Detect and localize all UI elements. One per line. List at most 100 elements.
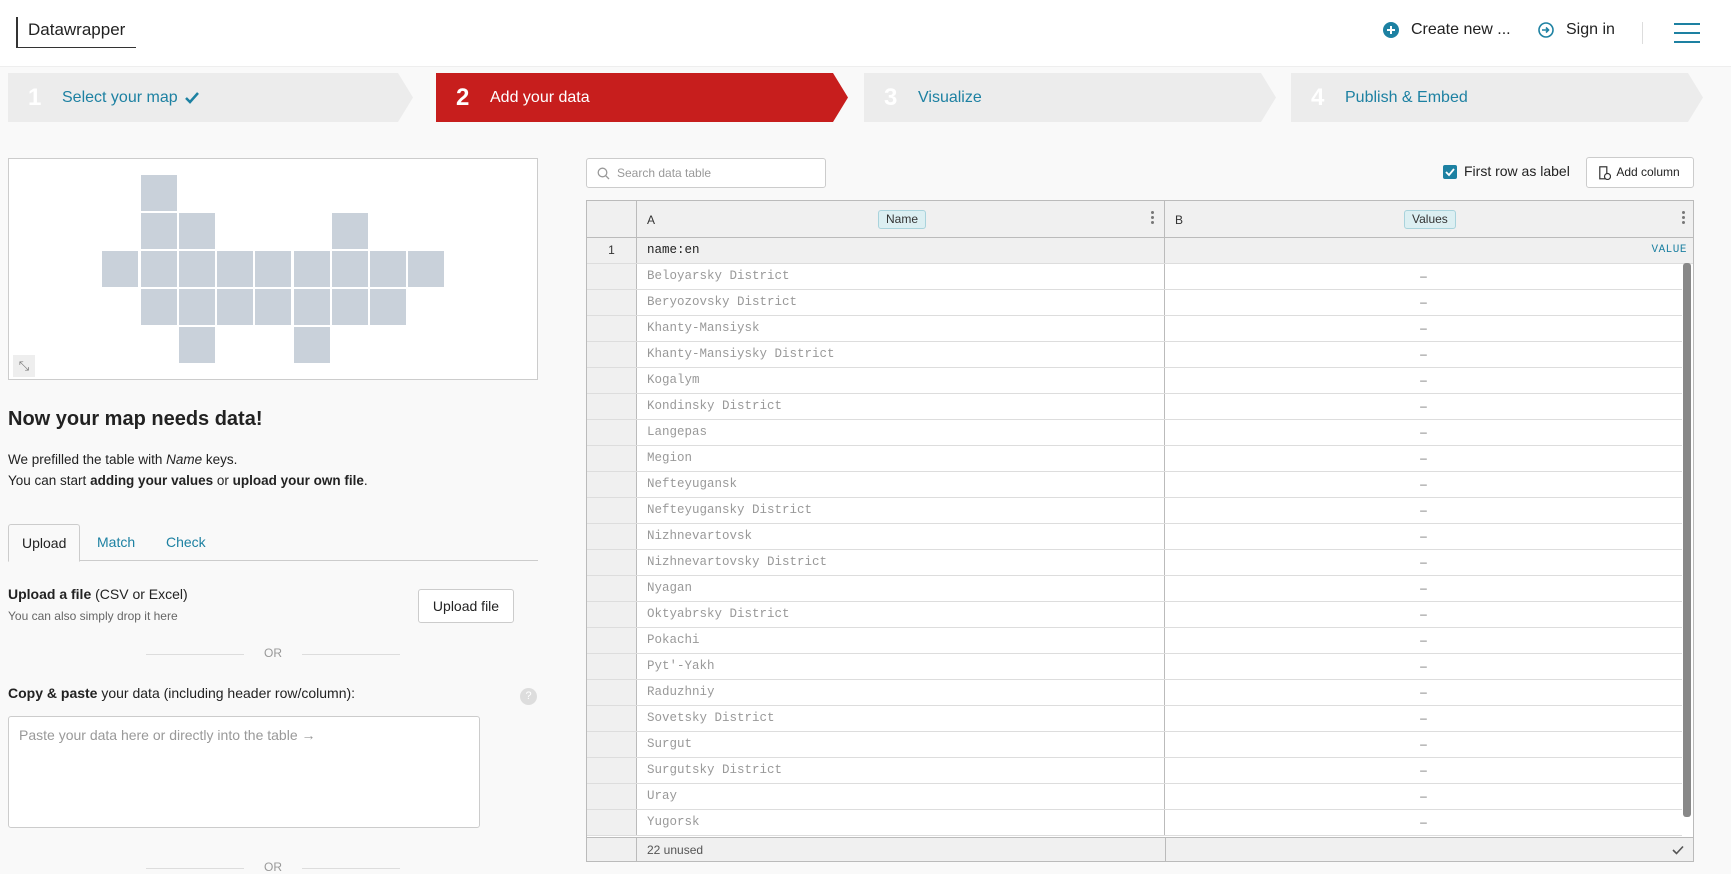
column-menu-icon[interactable] [1682, 211, 1685, 224]
table-cell[interactable]: – [1165, 628, 1682, 653]
table-cell[interactable]: Nizhnevartovsk [637, 524, 1165, 549]
table-cell[interactable]: – [1165, 290, 1682, 315]
table-cell[interactable]: Megion [637, 446, 1165, 471]
table-cell[interactable]: VALUE [1165, 238, 1693, 263]
step-add-data[interactable]: 2 Add your data [436, 73, 848, 122]
table-cell[interactable]: – [1165, 498, 1682, 523]
table-cell[interactable]: – [1165, 732, 1682, 757]
add-column-button[interactable]: Add column [1586, 157, 1694, 188]
table-footer: 22 unused [587, 837, 1693, 861]
table-cell[interactable]: – [1165, 446, 1682, 471]
sign-in-button[interactable]: Sign in [1538, 21, 1615, 39]
table-cell[interactable]: – [1165, 342, 1682, 367]
table-cell[interactable]: Kogalym [637, 368, 1165, 393]
help-icon[interactable]: ? [520, 688, 537, 705]
table-cell[interactable]: Pokachi [637, 628, 1165, 653]
table-cell[interactable]: Sovetsky District [637, 706, 1165, 731]
table-cell[interactable]: – [1165, 654, 1682, 679]
step-number: 4 [1311, 83, 1325, 111]
table-cell[interactable]: – [1165, 472, 1682, 497]
table-cell[interactable]: Uray [637, 784, 1165, 809]
row-number [587, 394, 637, 419]
first-row-label-checkbox[interactable] [1443, 165, 1457, 179]
row-number [587, 342, 637, 367]
table-cell[interactable]: Raduzhniy [637, 680, 1165, 705]
table-cell[interactable]: – [1165, 784, 1682, 809]
upload-title: Upload a file (CSV or Excel) [8, 586, 188, 602]
tab-check[interactable]: Check [153, 524, 219, 561]
app-title: Datawrapper [28, 20, 126, 39]
table-cell[interactable]: Pyt'-Yakh [637, 654, 1165, 679]
table-cell[interactable]: Khanty-Mansiysk [637, 316, 1165, 341]
create-new-label: Create new ... [1411, 21, 1511, 38]
upload-file-button[interactable]: Upload file [418, 589, 514, 623]
table-cell[interactable]: Nyagan [637, 576, 1165, 601]
table-cell[interactable]: Khanty-Mansiysky District [637, 342, 1165, 367]
tab-match[interactable]: Match [84, 524, 148, 561]
column-menu-icon[interactable] [1151, 211, 1154, 224]
table-row: Langepas – [587, 420, 1682, 446]
step-select-map[interactable]: 1 Select your map [8, 73, 413, 122]
table-row: Surgut – [587, 732, 1682, 758]
table-cell[interactable]: Beloyarsky District [637, 264, 1165, 289]
table-cell[interactable]: – [1165, 524, 1682, 549]
table-cell[interactable]: Beryozovsky District [637, 290, 1165, 315]
table-cell[interactable]: Oktyabrsky District [637, 602, 1165, 627]
table-cell[interactable]: – [1165, 368, 1682, 393]
table-cell[interactable]: – [1165, 706, 1682, 731]
row-number [587, 628, 637, 653]
map-hexagon [101, 250, 139, 288]
step-number: 1 [28, 83, 42, 111]
table-cell[interactable]: Nizhnevartovsky District [637, 550, 1165, 575]
table-row: Megion – [587, 446, 1682, 472]
expand-icon[interactable]: ⤡ [13, 355, 35, 377]
table-cell[interactable]: – [1165, 550, 1682, 575]
table-cell[interactable]: Nefteyugansky District [637, 498, 1165, 523]
table-scrollbar[interactable] [1683, 263, 1691, 817]
map-hexagon [140, 250, 178, 288]
add-column-icon [1599, 166, 1611, 180]
datawrapper-logo[interactable]: Datawrapper [16, 17, 136, 48]
map-hexagon [140, 288, 178, 326]
step-visualize[interactable]: 3 Visualize [864, 73, 1276, 122]
table-cell[interactable]: – [1165, 602, 1682, 627]
table-cell[interactable]: – [1165, 420, 1682, 445]
search-data-table[interactable] [586, 158, 826, 188]
table-cell[interactable]: Nefteyugansk [637, 472, 1165, 497]
step-label: Add your data [490, 88, 590, 106]
table-cell[interactable]: – [1165, 264, 1682, 289]
paste-textarea[interactable] [8, 716, 480, 828]
tab-upload[interactable]: Upload [8, 524, 81, 562]
search-input[interactable] [617, 159, 817, 187]
step-label: Select your map [62, 88, 178, 106]
row-number [587, 420, 637, 445]
row-number [587, 472, 637, 497]
footer-divider [1165, 838, 1166, 861]
map-hexagon [331, 250, 369, 288]
column-header-a[interactable]: A Name [637, 201, 1165, 237]
table-cell[interactable]: Surgut [637, 732, 1165, 757]
map-hexagon [331, 212, 369, 250]
table-row: Nefteyugansk – [587, 472, 1682, 498]
step-label: Publish & Embed [1345, 88, 1468, 106]
table-cell[interactable]: Yugorsk [637, 810, 1165, 835]
table-cell[interactable]: – [1165, 394, 1682, 419]
first-row-label-text[interactable]: First row as label [1464, 163, 1570, 179]
map-hexagon [407, 250, 445, 288]
table-cell[interactable]: – [1165, 810, 1682, 835]
table-cell[interactable]: Langepas [637, 420, 1165, 445]
table-cell[interactable]: name:en [637, 238, 1165, 263]
column-header-b[interactable]: B Values [1165, 201, 1693, 237]
sign-in-label: Sign in [1566, 21, 1615, 38]
table-cell[interactable]: Surgutsky District [637, 758, 1165, 783]
step-publish[interactable]: 4 Publish & Embed [1291, 73, 1703, 122]
hamburger-menu-icon[interactable] [1674, 23, 1700, 43]
step-label: Visualize [918, 88, 982, 106]
table-cell[interactable]: – [1165, 576, 1682, 601]
table-cell[interactable]: – [1165, 316, 1682, 341]
table-cell[interactable]: – [1165, 680, 1682, 705]
create-new-button[interactable]: Create new ... [1383, 21, 1511, 39]
table-cell[interactable]: Kondinsky District [637, 394, 1165, 419]
top-navbar: Datawrapper Create new ... Sign in [0, 0, 1731, 67]
table-cell[interactable]: – [1165, 758, 1682, 783]
